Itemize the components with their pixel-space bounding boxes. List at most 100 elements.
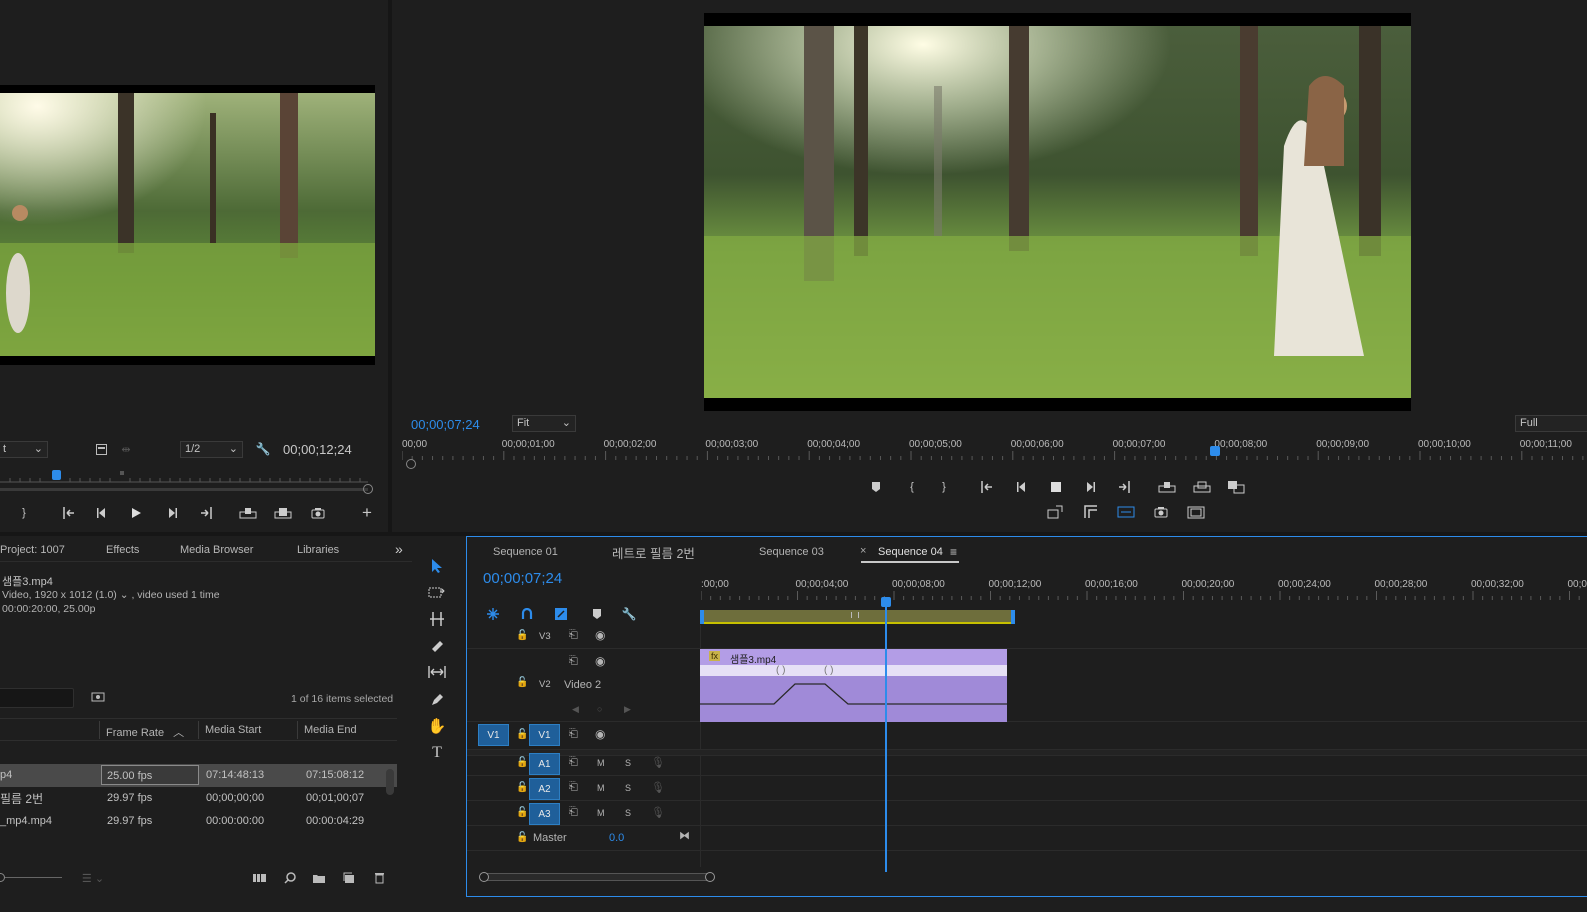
tab-retro-film[interactable]: 레트로 필름 2번 <box>612 543 695 562</box>
sync-lock-icon[interactable]: ⎗ <box>569 728 578 741</box>
solo-button[interactable]: S <box>625 758 631 768</box>
lock-icon[interactable]: 🔓 <box>516 677 528 688</box>
tab-sequence-01[interactable]: Sequence 01 <box>493 546 558 558</box>
scroll-handle-right[interactable] <box>705 872 715 882</box>
thumbnail-size-slider[interactable] <box>0 877 62 881</box>
column-divider[interactable] <box>99 721 100 739</box>
sync-lock-icon[interactable]: ⎗ <box>569 806 578 819</box>
lock-icon[interactable]: 🔓 <box>516 630 528 641</box>
source-time-ruler[interactable] <box>0 466 373 494</box>
new-item-icon[interactable] <box>341 871 357 885</box>
tab-sequence-04[interactable]: Sequence 04 <box>878 546 943 558</box>
razor-tool-icon[interactable] <box>426 636 448 656</box>
settings-toggle-icon[interactable] <box>94 442 108 456</box>
go-to-in-icon[interactable] <box>60 505 78 521</box>
export-frame-icon[interactable] <box>1226 479 1246 495</box>
timeline-playhead[interactable] <box>885 597 887 872</box>
column-media-end[interactable]: Media End <box>304 724 357 736</box>
sort-icons-icon[interactable]: ☰ ⌄ <box>80 870 106 886</box>
mute-button[interactable]: M <box>597 808 605 818</box>
new-bin-icon[interactable] <box>311 871 327 885</box>
step-forward-icon[interactable] <box>164 505 180 521</box>
program-video-frame[interactable] <box>704 13 1411 411</box>
solo-button[interactable]: S <box>625 808 631 818</box>
keyframe-bracket[interactable]: ( ) <box>776 665 785 676</box>
program-playhead[interactable] <box>1209 446 1220 456</box>
timeline-ruler[interactable]: :00;00 00;00;04;00 00;00;08;00 00;00;12;00 0… <box>701 577 1587 609</box>
scroll-handle-left[interactable] <box>479 872 489 882</box>
work-area-out-handle[interactable] <box>1011 610 1015 624</box>
wrench-icon[interactable]: 🔧 <box>256 442 271 456</box>
column-frame-rate[interactable]: Frame Rate ︿ <box>106 724 184 740</box>
extract-icon[interactable] <box>1192 479 1212 495</box>
solo-button[interactable]: S <box>625 783 631 793</box>
program-fit-dropdown[interactable]: Fit ⌄ <box>512 415 576 432</box>
overwrite-icon[interactable] <box>273 505 293 521</box>
column-divider[interactable] <box>198 721 199 739</box>
row-frame-rate-edit[interactable]: 25.00 fps <box>101 765 199 785</box>
snap-icon[interactable] <box>519 606 535 622</box>
tab-libraries[interactable]: Libraries <box>297 544 339 556</box>
step-forward-icon[interactable] <box>1082 479 1098 495</box>
panel-menu-icon[interactable]: ≡ <box>950 545 957 559</box>
microphone-icon[interactable]: 🎙 <box>651 781 665 794</box>
lock-icon[interactable]: 🔓 <box>516 757 528 768</box>
track-v2-label[interactable]: V2 <box>539 679 551 690</box>
linked-selection-icon[interactable] <box>553 606 569 622</box>
camera-icon[interactable] <box>1152 504 1170 520</box>
timeline-settings-wrench-icon[interactable]: 🔧 <box>621 606 637 622</box>
sync-lock-icon[interactable]: ⎗ <box>569 629 578 642</box>
next-keyframe-icon[interactable]: ▶ <box>624 704 631 715</box>
comparison-view-icon[interactable] <box>1116 504 1136 520</box>
master-volume-value[interactable]: 0.0 <box>609 832 624 844</box>
mute-button[interactable]: M <box>597 758 605 768</box>
lift-icon[interactable] <box>1157 479 1177 495</box>
track-target-v1[interactable]: V1 <box>529 724 560 746</box>
step-back-icon[interactable] <box>1014 479 1030 495</box>
fullscreen-icon[interactable] <box>1186 504 1206 520</box>
find-icon[interactable] <box>282 871 298 885</box>
tab-effects[interactable]: Effects <box>106 544 139 556</box>
sync-lock-icon[interactable]: ⎗ <box>569 655 578 668</box>
timeline-playhead-head[interactable] <box>881 597 891 607</box>
step-back-icon[interactable] <box>94 505 110 521</box>
timeline-timecode[interactable]: 00;00;07;24 <box>483 570 562 587</box>
mark-in-icon[interactable]: { <box>904 479 920 495</box>
track-target-a1[interactable]: A1 <box>529 753 560 775</box>
previous-keyframe-icon[interactable]: ◀ <box>572 704 579 715</box>
sync-lock-icon[interactable]: ⎗ <box>569 756 578 769</box>
track-target-a2[interactable]: A2 <box>529 778 560 800</box>
automate-to-sequence-icon[interactable] <box>252 871 268 885</box>
slip-tool-icon[interactable] <box>426 662 448 682</box>
source-timecode[interactable]: 00;00;12;24 <box>283 442 352 457</box>
tab-media-browser[interactable]: Media Browser <box>180 544 253 556</box>
panel-overflow-icon[interactable]: » <box>395 541 403 557</box>
sync-lock-icon[interactable]: ⎗ <box>569 781 578 794</box>
keyframe-bracket[interactable]: ( ) <box>824 665 833 676</box>
timeline-clip[interactable]: fx 샘플3.mp4 ( ) ( ) <box>700 649 1007 722</box>
timeline-scrollbar[interactable] <box>483 873 712 881</box>
program-zoom-handle-left[interactable] <box>406 459 416 469</box>
column-media-start[interactable]: Media Start <box>205 724 261 736</box>
insert-nest-icon[interactable] <box>485 606 501 622</box>
add-keyframe-icon[interactable]: ○ <box>597 704 602 714</box>
microphone-icon[interactable]: 🎙 <box>651 756 665 769</box>
stop-icon[interactable] <box>1048 479 1064 495</box>
source-zoom-handle-right[interactable] <box>363 484 373 494</box>
mark-out-icon[interactable]: } <box>936 479 952 495</box>
source-patch-v1[interactable]: V1 <box>478 724 509 746</box>
project-search-input[interactable] <box>0 688 74 708</box>
chevron-down-icon[interactable]: ⌄ <box>120 589 129 601</box>
track-target-a3[interactable]: A3 <box>529 803 560 825</box>
drag-icon[interactable]: ⇹ <box>118 442 134 456</box>
go-to-out-icon[interactable] <box>1115 479 1133 495</box>
lock-icon[interactable]: 🔓 <box>516 782 528 793</box>
eye-icon[interactable]: ◉ <box>595 654 605 668</box>
hand-tool-icon[interactable]: ✋ <box>426 716 448 736</box>
mark-out-icon[interactable]: } <box>16 505 32 521</box>
camera-icon[interactable] <box>309 505 327 521</box>
ripple-edit-tool-icon[interactable] <box>426 609 448 629</box>
trim-in-icon[interactable] <box>1046 504 1064 520</box>
mute-button[interactable]: M <box>597 783 605 793</box>
track-select-tool-icon[interactable] <box>426 582 448 602</box>
